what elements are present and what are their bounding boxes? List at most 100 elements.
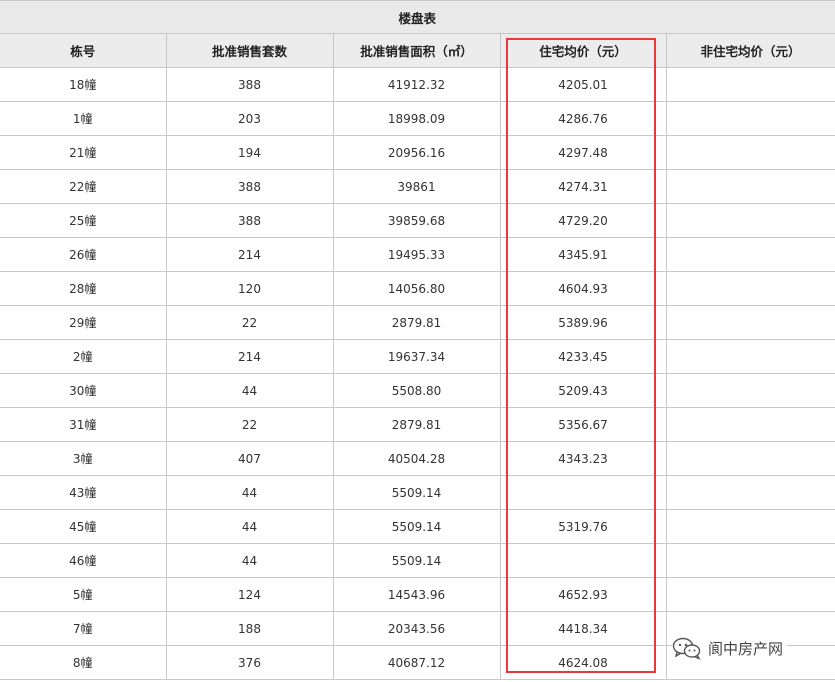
cell-building-no: 26幢 [0, 237, 167, 272]
cell-approved-area: 40687.12 [332, 645, 501, 680]
cell-approved-area: 14056.80 [332, 271, 501, 306]
table-row: 2幢 214 19637.34 4233.45 [0, 339, 835, 374]
cell-approved-area: 39859.68 [332, 203, 501, 238]
cell-nonresidential-price [665, 237, 835, 272]
cell-nonresidential-price [665, 169, 835, 204]
table-header-row: 栋号 批准销售套数 批准销售面积（㎡） 住宅均价（元） 非住宅均价（元） [0, 33, 835, 68]
cell-approved-area: 5508.80 [332, 373, 501, 408]
cell-nonresidential-price [665, 373, 835, 408]
table-title: 楼盘表 [0, 0, 835, 34]
table-row: 46幢 44 5509.14 [0, 543, 835, 578]
cell-nonresidential-price [665, 203, 835, 238]
cell-residential-price: 5319.76 [499, 509, 667, 544]
cell-approved-area: 20956.16 [332, 135, 501, 170]
cell-nonresidential-price [665, 101, 835, 136]
table-row: 31幢 22 2879.81 5356.67 [0, 407, 835, 442]
cell-approved-units: 376 [165, 645, 334, 680]
cell-nonresidential-price [665, 441, 835, 476]
cell-residential-price: 4604.93 [499, 271, 667, 306]
building-sales-table: 楼盘表 栋号 批准销售套数 批准销售面积（㎡） 住宅均价（元） 非住宅均价（元） 18幢… [0, 0, 835, 680]
cell-building-no: 7幢 [0, 611, 167, 646]
table-row: 5幢 124 14543.96 4652.93 [0, 577, 835, 612]
cell-nonresidential-price [665, 271, 835, 306]
cell-approved-units: 203 [165, 101, 334, 136]
cell-approved-area: 41912.32 [332, 67, 501, 102]
cell-building-no: 28幢 [0, 271, 167, 306]
cell-approved-area: 5509.14 [332, 509, 501, 544]
cell-residential-price: 4729.20 [499, 203, 667, 238]
cell-approved-area: 18998.09 [332, 101, 501, 136]
cell-approved-area: 5509.14 [332, 543, 501, 578]
cell-nonresidential-price [665, 509, 835, 544]
table-title-row: 楼盘表 [0, 0, 835, 34]
cell-building-no: 5幢 [0, 577, 167, 612]
cell-residential-price: 4233.45 [499, 339, 667, 374]
table-row: 1幢 203 18998.09 4286.76 [0, 101, 835, 136]
cell-building-no: 1幢 [0, 101, 167, 136]
cell-residential-price: 4343.23 [499, 441, 667, 476]
cell-building-no: 8幢 [0, 645, 167, 680]
table-row: 26幢 214 19495.33 4345.91 [0, 237, 835, 272]
cell-building-no: 25幢 [0, 203, 167, 238]
header-building-no: 栋号 [0, 33, 167, 68]
cell-residential-price: 4652.93 [499, 577, 667, 612]
cell-approved-units: 388 [165, 67, 334, 102]
cell-approved-units: 388 [165, 169, 334, 204]
cell-building-no: 31幢 [0, 407, 167, 442]
cell-building-no: 45幢 [0, 509, 167, 544]
table-row: 43幢 44 5509.14 [0, 475, 835, 510]
table-row: 3幢 407 40504.28 4343.23 [0, 441, 835, 476]
cell-approved-units: 214 [165, 339, 334, 374]
cell-residential-price [499, 543, 667, 578]
cell-building-no: 3幢 [0, 441, 167, 476]
cell-building-no: 43幢 [0, 475, 167, 510]
cell-approved-units: 214 [165, 237, 334, 272]
cell-approved-units: 44 [165, 373, 334, 408]
cell-residential-price: 5209.43 [499, 373, 667, 408]
table-row: 22幢 388 39861 4274.31 [0, 169, 835, 204]
cell-residential-price: 4418.34 [499, 611, 667, 646]
cell-nonresidential-price [665, 407, 835, 442]
cell-approved-area: 14543.96 [332, 577, 501, 612]
cell-residential-price: 4297.48 [499, 135, 667, 170]
table-body: 18幢 388 41912.32 4205.01 1幢 203 18998.09 4286.7… [0, 67, 835, 680]
header-approved-area: 批准销售面积（㎡） [332, 33, 501, 68]
cell-residential-price: 5356.67 [499, 407, 667, 442]
table-row: 18幢 388 41912.32 4205.01 [0, 67, 835, 102]
cell-building-no: 46幢 [0, 543, 167, 578]
cell-approved-units: 44 [165, 475, 334, 510]
cell-nonresidential-price [665, 543, 835, 578]
cell-residential-price: 4205.01 [499, 67, 667, 102]
table-row: 45幢 44 5509.14 5319.76 [0, 509, 835, 544]
cell-approved-units: 44 [165, 509, 334, 544]
cell-approved-area: 19495.33 [332, 237, 501, 272]
cell-approved-area: 2879.81 [332, 305, 501, 340]
cell-residential-price: 5389.96 [499, 305, 667, 340]
cell-approved-units: 22 [165, 305, 334, 340]
watermark: 阆中房产网 [672, 636, 788, 660]
cell-approved-area: 2879.81 [332, 407, 501, 442]
cell-residential-price [499, 475, 667, 510]
cell-approved-area: 19637.34 [332, 339, 501, 374]
cell-approved-units: 194 [165, 135, 334, 170]
cell-approved-units: 22 [165, 407, 334, 442]
watermark-text: 阆中房产网 [708, 639, 784, 658]
cell-approved-area: 39861 [332, 169, 501, 204]
cell-nonresidential-price [665, 475, 835, 510]
cell-approved-area: 40504.28 [332, 441, 501, 476]
cell-nonresidential-price [665, 135, 835, 170]
cell-residential-price: 4624.08 [499, 645, 667, 680]
cell-nonresidential-price [665, 67, 835, 102]
header-approved-units: 批准销售套数 [165, 33, 334, 68]
cell-approved-units: 188 [165, 611, 334, 646]
cell-approved-units: 44 [165, 543, 334, 578]
cell-building-no: 18幢 [0, 67, 167, 102]
cell-approved-units: 388 [165, 203, 334, 238]
cell-nonresidential-price [665, 339, 835, 374]
table-row: 28幢 120 14056.80 4604.93 [0, 271, 835, 306]
table-row: 29幢 22 2879.81 5389.96 [0, 305, 835, 340]
header-residential-price: 住宅均价（元） [499, 33, 667, 68]
cell-nonresidential-price [665, 577, 835, 612]
wechat-icon [672, 637, 701, 660]
cell-residential-price: 4345.91 [499, 237, 667, 272]
